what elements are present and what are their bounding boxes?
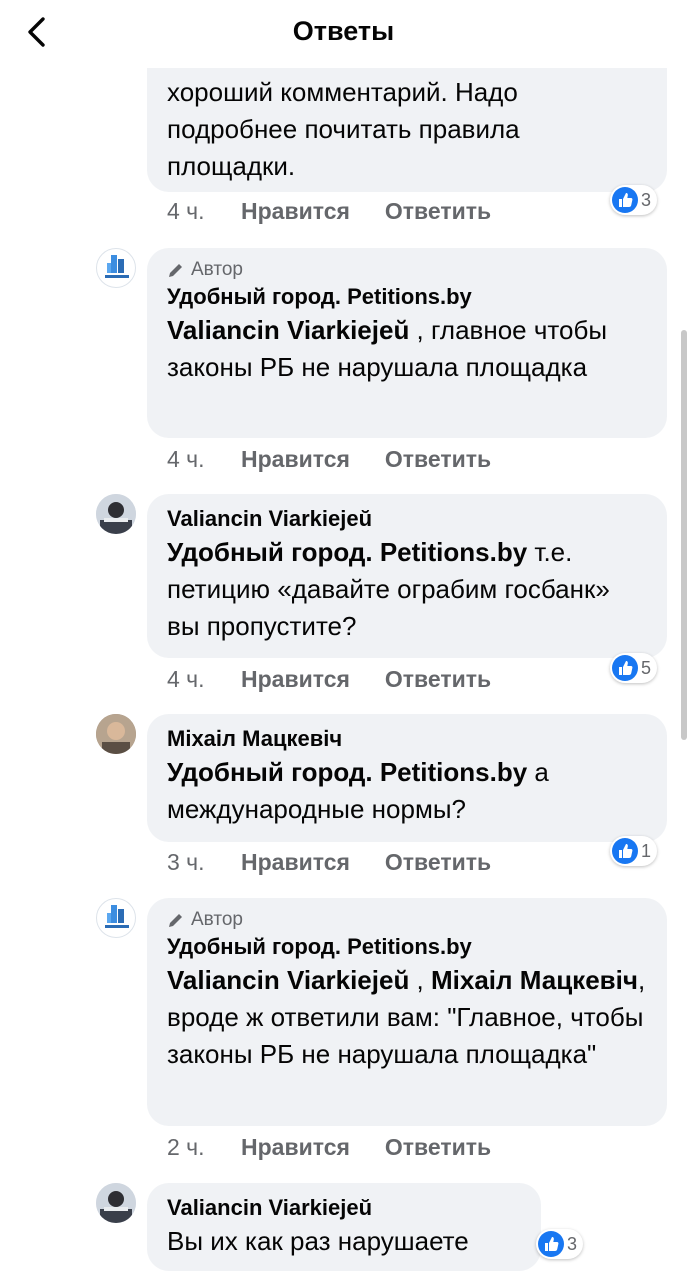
- thumbs-up-icon: [612, 838, 638, 864]
- like-button[interactable]: Нравится: [241, 1134, 350, 1161]
- comment-bubble: Автор Удобный город. Petitions.by Valian…: [147, 248, 667, 438]
- like-button[interactable]: Нравится: [241, 198, 350, 225]
- author-badge-label: Автор: [191, 259, 243, 280]
- user-photo-icon: [96, 714, 136, 754]
- comment-time: 3 ч.: [167, 848, 205, 875]
- comment-text: Удобный город. Petitions.by т.е. петицию…: [167, 534, 647, 645]
- comment-bubble: Valiancin Viarkiejeŭ Удобный город. Peti…: [147, 494, 667, 658]
- author-badge-label: Автор: [191, 909, 243, 930]
- reaction-badge[interactable]: 1: [610, 836, 658, 866]
- reply-button[interactable]: Ответить: [385, 446, 491, 473]
- comment-bubble: хороший комментарий. Надо подробнее почи…: [147, 50, 667, 192]
- petitions-logo-icon: [105, 255, 129, 278]
- comment-meta: 4 ч. Нравится Ответить: [167, 444, 491, 474]
- reaction-count: 5: [641, 657, 652, 678]
- reply-button[interactable]: Ответить: [385, 198, 491, 225]
- like-button[interactable]: Нравится: [241, 849, 350, 876]
- thumbs-up-icon: [612, 655, 638, 681]
- mention[interactable]: Удобный город. Petitions.by: [167, 537, 527, 567]
- reply-button[interactable]: Ответить: [385, 666, 491, 693]
- reaction-badge[interactable]: 3: [536, 1229, 584, 1259]
- comment-text: Valiancin Viarkiejeŭ , главное чтобы зак…: [167, 312, 647, 386]
- reaction-count: 1: [641, 840, 652, 861]
- thumbs-up-icon: [612, 187, 638, 213]
- reaction-count: 3: [641, 189, 652, 210]
- avatar[interactable]: [96, 714, 136, 754]
- avatar[interactable]: [96, 898, 136, 938]
- comment-text: хороший комментарий. Надо подробнее почи…: [167, 77, 520, 181]
- comment-time: 2 ч.: [167, 1133, 205, 1160]
- avatar[interactable]: [96, 1183, 136, 1223]
- comment-bubble: Valiancin Viarkiejeŭ Вы их как раз наруш…: [147, 1183, 541, 1271]
- petitions-logo-icon: [105, 905, 129, 928]
- author-badge: Автор: [167, 258, 647, 282]
- mention-separator: ,: [409, 965, 431, 995]
- comment-time: 4 ч.: [167, 197, 205, 224]
- reaction-badge[interactable]: 5: [610, 653, 658, 683]
- comment-author[interactable]: Міхаіл Мацкевіч: [167, 724, 647, 754]
- comment-bubble: Міхаіл Мацкевіч Удобный город. Petitions…: [147, 714, 667, 842]
- comment-meta: 2 ч. Нравится Ответить: [167, 1132, 491, 1162]
- mention[interactable]: Удобный город. Petitions.by: [167, 757, 527, 787]
- mention[interactable]: Valiancin Viarkiejeŭ: [167, 315, 409, 345]
- comment-text: Вы их как раз нарушаете: [167, 1226, 469, 1256]
- reaction-badge[interactable]: 3: [610, 185, 658, 215]
- reaction-count: 3: [567, 1233, 578, 1254]
- comment-author[interactable]: Valiancin Viarkiejeŭ: [167, 1193, 521, 1223]
- user-photo-icon: [96, 494, 136, 534]
- like-button[interactable]: Нравится: [241, 446, 350, 473]
- thumbs-up-icon: [538, 1231, 564, 1257]
- header-bar: Ответы: [0, 0, 687, 68]
- avatar[interactable]: [96, 248, 136, 288]
- page-title: Ответы: [292, 16, 395, 46]
- comment-meta: 4 ч. Нравится Ответить: [167, 196, 491, 226]
- author-badge: Автор: [167, 908, 647, 932]
- mention[interactable]: Міхаіл Мацкевіч: [431, 965, 638, 995]
- like-button[interactable]: Нравится: [241, 666, 350, 693]
- comment-text: Valiancin Viarkiejeŭ , Міхаіл Мацкевіч, …: [167, 962, 653, 1073]
- pencil-icon: [169, 914, 182, 927]
- comment-text: Удобный город. Petitions.by а международ…: [167, 754, 647, 828]
- comment-bubble: Автор Удобный город. Petitions.by Valian…: [147, 898, 667, 1126]
- comment-meta: 4 ч. Нравится Ответить: [167, 664, 491, 694]
- comment-time: 4 ч.: [167, 445, 205, 472]
- comment-time: 4 ч.: [167, 665, 205, 692]
- scrollbar[interactable]: [681, 330, 687, 740]
- comment-meta: 3 ч. Нравится Ответить: [167, 847, 491, 877]
- user-photo-icon: [96, 1183, 136, 1223]
- reply-button[interactable]: Ответить: [385, 849, 491, 876]
- mention[interactable]: Valiancin Viarkiejeŭ: [167, 965, 409, 995]
- comment-author[interactable]: Valiancin Viarkiejeŭ: [167, 504, 647, 534]
- pencil-icon: [169, 264, 182, 277]
- comment-author[interactable]: Удобный город. Petitions.by: [167, 282, 647, 312]
- reply-button[interactable]: Ответить: [385, 1134, 491, 1161]
- comment-author[interactable]: Удобный город. Petitions.by: [167, 932, 647, 962]
- avatar[interactable]: [96, 494, 136, 534]
